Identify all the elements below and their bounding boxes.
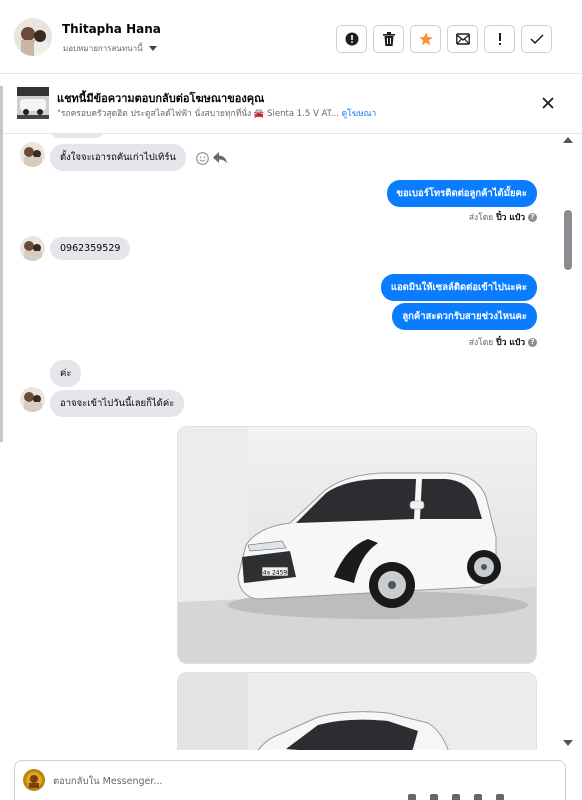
- message-bubble-outgoing[interactable]: ลูกค้าสะดวกรับสายช่วงไหนคะ: [392, 303, 537, 330]
- previous-message-bubble: [50, 134, 104, 138]
- star-icon: [418, 32, 433, 46]
- contact-name[interactable]: Thitapha Hana: [62, 22, 161, 36]
- header-actions: [336, 25, 552, 53]
- follow-up-button[interactable]: [484, 25, 515, 53]
- reply-input[interactable]: ตอบกลับใน Messenger...: [53, 774, 162, 789]
- scroll-down-arrow[interactable]: [563, 740, 573, 746]
- conversation-header: Thitapha Hana มอบหมายการสนทนานี้: [0, 0, 582, 74]
- more-icon[interactable]: [496, 794, 504, 800]
- image-icon[interactable]: [452, 794, 460, 800]
- gif-icon[interactable]: [474, 794, 482, 800]
- contact-avatar[interactable]: [14, 18, 52, 56]
- composer-toolbar: [408, 794, 504, 800]
- react-emoji-icon[interactable]: [196, 152, 209, 165]
- attach-icon[interactable]: [408, 794, 416, 800]
- message-bubble-incoming[interactable]: 0962359529: [50, 237, 131, 260]
- mark-spam-button[interactable]: [336, 25, 367, 53]
- message-bubble-incoming[interactable]: อาจจะเข้าไปวันนี้เลยก็ได้ค่ะ: [50, 390, 185, 417]
- assign-label: มอบหมายการสนทนานี้: [63, 44, 143, 53]
- trash-icon: [382, 32, 395, 46]
- exclamation-icon: [498, 33, 501, 45]
- delete-button[interactable]: [373, 25, 404, 53]
- sent-by-label: ส่งโดย ปิ๋ว แป๋ว ?: [469, 210, 537, 224]
- move-to-done-button[interactable]: [447, 25, 478, 53]
- view-ad-link[interactable]: ดูโฆษณา: [342, 109, 377, 119]
- contact-avatar-small: [20, 142, 45, 167]
- assign-conversation-dropdown[interactable]: มอบหมายการสนทนานี้: [63, 42, 157, 55]
- message-thread: ตั้งใจจะเอารถคันเก่าไปเทิร์น ขอเบอร์โทรต…: [0, 134, 560, 750]
- message-bubble-incoming[interactable]: ตั้งใจจะเอารถคันเก่าไปเทิร์น: [50, 144, 186, 171]
- envelope-icon: [455, 33, 470, 45]
- license-plate-text: 4จ 2459: [263, 570, 288, 577]
- car-photo[interactable]: 4จ 2459: [177, 426, 537, 664]
- mark-done-button[interactable]: [521, 25, 552, 53]
- car-photo[interactable]: [177, 672, 537, 750]
- scrollbar-thumb[interactable]: [564, 210, 572, 270]
- reply-icon[interactable]: [213, 152, 227, 164]
- question-icon[interactable]: ?: [528, 212, 537, 222]
- ad-reply-banner: แชทนี้มีข้อความตอบกลับต่อโฆษณาของคุณ "รถ…: [0, 74, 582, 134]
- sent-by-name: ปิ๋ว แป๋ว: [496, 213, 525, 223]
- emoji-icon[interactable]: [430, 794, 438, 800]
- sent-by-prefix: ส่งโดย: [468, 213, 494, 223]
- message-bubble-outgoing[interactable]: แอดมินให้เซลล์ติดต่อเข้าไปนะคะ: [380, 274, 537, 301]
- ad-banner-subtitle: "รถครอบครัวสุดฮิต ประตูสไลด์ไฟฟ้า นั่งสบ…: [57, 106, 376, 120]
- contact-avatar-small: [20, 387, 45, 412]
- sent-by-name: ปิ๋ว แป๋ว: [496, 338, 525, 348]
- sent-by-prefix: ส่งโดย: [468, 338, 494, 348]
- check-icon: [529, 34, 544, 45]
- message-bubble-incoming[interactable]: ค่ะ: [50, 360, 82, 387]
- sent-by-label: ส่งโดย ปิ๋ว แป๋ว ?: [469, 335, 537, 349]
- scroll-up-arrow[interactable]: [563, 137, 573, 143]
- message-bubble-outgoing[interactable]: ขอเบอร์โทรติดต่อลูกค้าได้มั้ยคะ: [386, 180, 537, 207]
- close-icon[interactable]: [540, 95, 556, 111]
- page-avatar: [23, 769, 45, 791]
- ad-thumbnail[interactable]: [17, 87, 49, 119]
- question-icon[interactable]: ?: [528, 337, 537, 347]
- chevron-down-icon: [148, 46, 157, 51]
- star-button[interactable]: [410, 25, 441, 53]
- ad-banner-title: แชทนี้มีข้อความตอบกลับต่อโฆษณาของคุณ: [57, 92, 265, 105]
- ad-caption: "รถครอบครัวสุดฮิต ประตูสไลด์ไฟฟ้า นั่งสบ…: [57, 109, 339, 119]
- contact-avatar-small: [20, 236, 45, 261]
- alert-circle-icon: [345, 32, 358, 46]
